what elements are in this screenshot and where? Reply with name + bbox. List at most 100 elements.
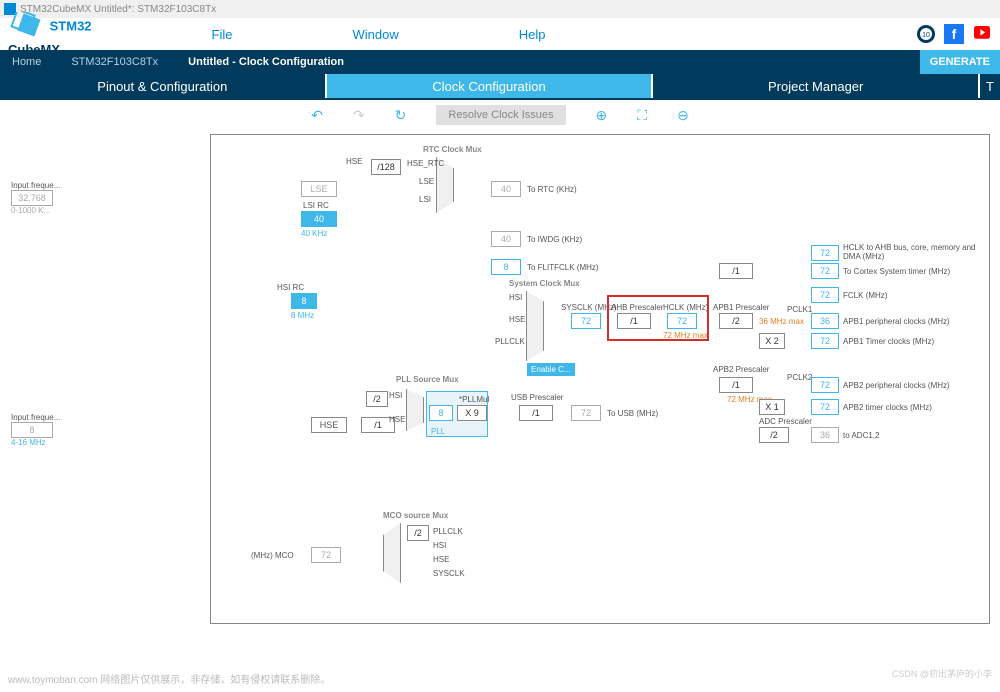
crumb-home[interactable]: Home xyxy=(0,50,59,74)
pllmul-label: *PLLMul xyxy=(459,395,489,404)
out-apb2-per: 72 xyxy=(811,377,839,393)
sys-div[interactable]: /1 xyxy=(719,263,753,279)
svg-text:f: f xyxy=(952,26,957,42)
clock-diagram[interactable]: Input freque... 32.768 0-1000 K... Input… xyxy=(210,134,990,624)
mco-hse: HSE xyxy=(433,555,449,564)
zoom-in-icon[interactable]: ⊕ xyxy=(596,107,608,124)
usb-sel[interactable]: /1 xyxy=(519,405,553,421)
adc-sel[interactable]: /2 xyxy=(759,427,789,443)
refresh-icon[interactable]: ↻ xyxy=(395,107,407,124)
header-row: STM32 CubeMX File Window Help 10 f xyxy=(0,18,1000,50)
out-apb1-per-lbl: APB1 peripheral clocks (MHz) xyxy=(843,317,950,326)
zoom-out-icon[interactable]: ⊖ xyxy=(677,107,689,124)
lsi-rc-label: LSI RC xyxy=(303,201,329,210)
x1-mult: X 1 xyxy=(759,399,785,415)
pll-src-title: PLL Source Mux xyxy=(396,375,459,384)
rtc-lse: LSE xyxy=(419,177,434,186)
pll-in: 8 xyxy=(429,405,453,421)
crumb-chip[interactable]: STM32F103C8Tx xyxy=(59,50,176,74)
x2-mult: X 2 xyxy=(759,333,785,349)
highlight-box xyxy=(607,295,709,341)
menu-help[interactable]: Help xyxy=(519,27,546,42)
fit-icon[interactable]: ⛶ xyxy=(637,107,647,124)
enable-button[interactable]: Enable C... xyxy=(527,363,575,376)
lse-input[interactable]: 32.768 xyxy=(11,190,53,206)
generate-button[interactable]: GENERATE xyxy=(920,50,1000,74)
facebook-icon[interactable]: f xyxy=(944,24,964,44)
sys-hsi: HSI xyxy=(509,293,522,302)
csdn-watermark: CSDN @初出茅庐的小李 xyxy=(892,667,992,680)
mco-mux[interactable] xyxy=(383,523,401,583)
lse-freq-label: Input freque... xyxy=(11,181,60,190)
sys-hse: HSE xyxy=(509,315,525,324)
apb1-label: APB1 Prescaler xyxy=(713,303,769,312)
pll-source-mux[interactable] xyxy=(406,389,424,431)
iwdg-label: To IWDG (KHz) xyxy=(527,235,582,244)
breadcrumb: Home STM32F103C8Tx Untitled - Clock Conf… xyxy=(0,50,1000,74)
out-apb2-tim-lbl: APB2 timer clocks (MHz) xyxy=(843,403,932,412)
sysclk-val[interactable]: 72 xyxy=(571,313,601,329)
undo-icon[interactable]: ↶ xyxy=(311,107,323,124)
rtc-lsi: LSI xyxy=(419,195,431,204)
mco-out: 72 xyxy=(311,547,341,563)
out-apb2-per-lbl: APB2 peripheral clocks (MHz) xyxy=(843,381,950,390)
sys-pllclk: PLLCLK xyxy=(495,337,525,346)
toolbar: ↶ ↷ ↻ Resolve Clock Issues ⊕ ⛶ ⊖ xyxy=(0,100,1000,130)
adc-label: ADC Prescaler xyxy=(759,417,812,426)
usb-to: To USB (MHz) xyxy=(607,409,658,418)
crumb-current[interactable]: Untitled - Clock Configuration xyxy=(176,50,362,74)
pclk2-label: PCLK2 xyxy=(787,373,812,382)
out-cortex: 72 xyxy=(811,263,839,279)
mco-label: (MHz) MCO xyxy=(251,551,294,560)
hse-block: HSE xyxy=(311,417,347,433)
div128: /128 xyxy=(371,159,401,175)
lsi-unit: 40 KHz xyxy=(301,229,327,238)
pll-div2: /2 xyxy=(366,391,388,407)
hsi-val: 8 xyxy=(291,293,317,309)
pll-hsi: HSI xyxy=(389,391,402,400)
tab-clock[interactable]: Clock Configuration xyxy=(327,74,652,98)
adc-to: to ADC1,2 xyxy=(843,431,879,440)
tab-pinout[interactable]: Pinout & Configuration xyxy=(0,74,325,98)
rtc-label: To RTC (KHz) xyxy=(527,185,577,194)
hse-line-label: HSE xyxy=(346,157,362,166)
out-cortex-lbl: To Cortex System timer (MHz) xyxy=(843,267,950,276)
hse-input[interactable]: 8 xyxy=(11,422,53,438)
apb2-sel[interactable]: /1 xyxy=(719,377,753,393)
rtc-hse: HSE_RTC xyxy=(407,159,444,168)
out-apb1-per: 36 xyxy=(811,313,839,329)
tab-tools[interactable]: T xyxy=(980,74,1000,98)
title-bar: STM32CubeMX Untitled*: STM32F103C8Tx xyxy=(0,0,1000,18)
tab-bar: Pinout & Configuration Clock Configurati… xyxy=(0,74,1000,100)
youtube-icon[interactable] xyxy=(972,24,992,44)
flitf-label: To FLITFCLK (MHz) xyxy=(527,263,599,272)
out-apb2-tim: 72 xyxy=(811,399,839,415)
out-fclk-lbl: FCLK (MHz) xyxy=(843,291,887,300)
adc-out: 36 xyxy=(811,427,839,443)
svg-text:10: 10 xyxy=(922,32,930,39)
tab-project[interactable]: Project Manager xyxy=(653,74,978,98)
pll-label: PLL xyxy=(431,427,445,436)
menu-window[interactable]: Window xyxy=(352,27,398,42)
hsi-unit: 8 MHz xyxy=(291,311,314,320)
mco-mux-title: MCO source Mux xyxy=(383,511,448,520)
out-apb1-tim: 72 xyxy=(811,333,839,349)
mco-div: /2 xyxy=(407,525,429,541)
hsi-rc-label: HSI RC xyxy=(277,283,304,292)
system-clock-mux[interactable] xyxy=(526,291,544,361)
apb1-max: 36 MHz max xyxy=(759,317,804,326)
menu-file[interactable]: File xyxy=(212,27,233,42)
usb-label: USB Prescaler xyxy=(511,393,563,402)
anniversary-badge-icon: 10 xyxy=(916,24,936,44)
apb1-sel[interactable]: /2 xyxy=(719,313,753,329)
hse-freq-label: Input freque... xyxy=(11,413,60,422)
resolve-button[interactable]: Resolve Clock Issues xyxy=(436,105,565,125)
mco-hsi: HSI xyxy=(433,541,446,550)
pll-hse: HSE xyxy=(389,415,405,424)
watermark: www.toymoban.com 网络图片仅供展示，非存储，如有侵权请联系删除。 xyxy=(8,671,330,686)
usb-out: 72 xyxy=(571,405,601,421)
rtc-mux-title: RTC Clock Mux xyxy=(423,145,482,154)
redo-icon[interactable]: ↷ xyxy=(353,107,365,124)
mco-pllclk: PLLCLK xyxy=(433,527,463,536)
pll-mul[interactable]: X 9 xyxy=(457,405,487,421)
